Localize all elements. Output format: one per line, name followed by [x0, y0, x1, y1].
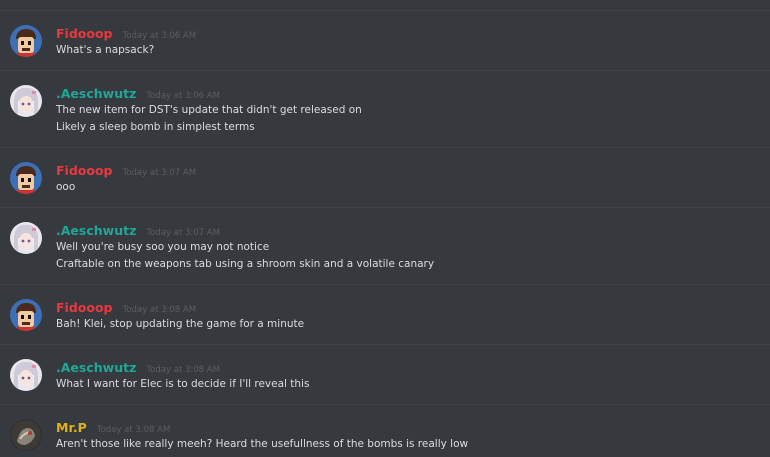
username[interactable]: .Aeschwutz — [56, 223, 136, 238]
message-text: Aren't those like really meeh? Heard the… — [56, 438, 469, 450]
timestamp: Today at 3:08 AM — [96, 425, 171, 435]
username[interactable]: Fidooop — [56, 300, 112, 315]
message-body: Bah! Klei, stop updating the game for a … — [56, 316, 304, 333]
message-text: What I want for Elec is to decide if I'l… — [56, 378, 310, 390]
username[interactable]: .Aeschwutz — [56, 86, 136, 101]
message-body: What's a napsack? — [56, 42, 154, 59]
message-header: .Aeschwutz Today at 3:06 AM — [56, 85, 220, 101]
aeschwutz-avatar-icon[interactable] — [10, 359, 42, 391]
fidooop-avatar-icon[interactable] — [10, 25, 42, 57]
timestamp: Today at 3:07 AM — [122, 168, 197, 178]
timestamp: Today at 3:06 AM — [146, 91, 220, 101]
message-header: Fidooop Today at 3:08 AM — [56, 299, 196, 315]
message-group: Fidooop Today at 3:06 AM What's a napsac… — [0, 10, 770, 71]
message-text: Craftable on the weapons tab using a shr… — [56, 258, 435, 270]
message-header: .Aeschwutz Today at 3:08 AM — [56, 359, 220, 375]
message-group: .Aeschwutz Today at 3:08 AM What I want … — [0, 344, 770, 405]
message-header: .Aeschwutz Today at 3:07 AM — [56, 222, 220, 238]
message-header: Fidooop Today at 3:06 AM — [56, 25, 196, 41]
message-body: What I want for Elec is to decide if I'l… — [56, 376, 309, 393]
message-body: ooo — [56, 179, 75, 196]
fidooop-avatar-icon[interactable] — [10, 299, 42, 331]
message-group: Fidooop Today at 3:07 AM ooo — [0, 147, 770, 208]
message-text: ooo — [56, 181, 76, 193]
timestamp: Today at 3:08 AM — [146, 365, 220, 375]
username[interactable]: Fidooop — [56, 163, 112, 178]
message-text: Well you're busy soo you may not notice — [56, 241, 270, 253]
timestamp: Today at 3:08 AM — [122, 305, 197, 315]
aeschwutz-avatar-icon[interactable] — [10, 222, 42, 254]
message-text: What's a napsack? — [56, 44, 155, 56]
chat-messages: Fidooop Today at 3:06 AM What's a napsac… — [0, 0, 770, 457]
username[interactable]: .Aeschwutz — [56, 360, 136, 375]
username[interactable]: Fidooop — [56, 26, 112, 41]
message-text: The new item for DST's update that didn'… — [56, 104, 362, 116]
message-text: Bah! Klei, stop updating the game for a … — [56, 318, 305, 330]
message-body: Well you're busy soo you may not notice … — [56, 239, 434, 273]
message-header: Mr.P Today at 3:08 AM — [56, 419, 170, 435]
message-header: Fidooop Today at 3:07 AM — [56, 162, 196, 178]
timestamp: Today at 3:07 AM — [146, 228, 220, 238]
message-body: The new item for DST's update that didn'… — [56, 102, 362, 136]
message-text: Likely a sleep bomb in simplest terms — [56, 121, 255, 133]
message-body: Aren't those like really meeh? Heard the… — [56, 436, 468, 453]
aeschwutz-avatar-icon[interactable] — [10, 85, 42, 117]
timestamp: Today at 3:06 AM — [122, 31, 197, 41]
message-group: .Aeschwutz Today at 3:06 AM The new item… — [0, 70, 770, 148]
message-group: Mr.P Today at 3:08 AM Aren't those like … — [0, 404, 770, 457]
message-group: Fidooop Today at 3:08 AM Bah! Klei, stop… — [0, 284, 770, 345]
username[interactable]: Mr.P — [56, 420, 87, 435]
message-group: .Aeschwutz Today at 3:07 AM Well you're … — [0, 207, 770, 285]
fidooop-avatar-icon[interactable] — [10, 162, 42, 194]
mrp-avatar-icon[interactable] — [10, 419, 42, 451]
